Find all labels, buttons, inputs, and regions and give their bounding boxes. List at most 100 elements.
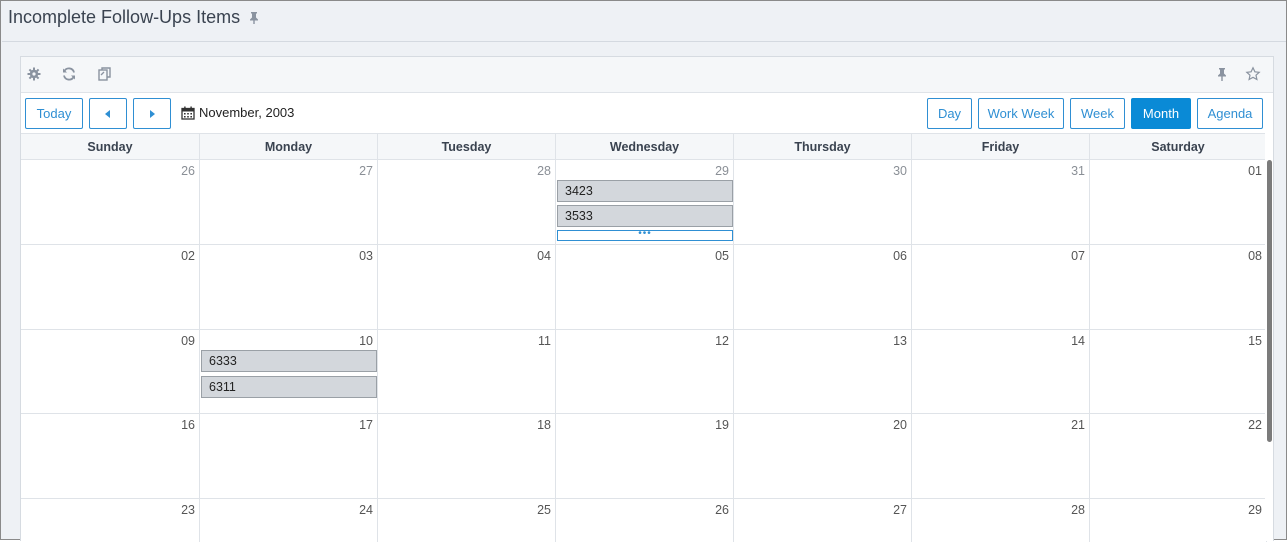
weekday-friday: Friday xyxy=(912,134,1090,160)
day-number: 05 xyxy=(715,249,729,263)
calendar-event[interactable]: 3533 xyxy=(557,205,733,227)
day-cell[interactable]: 03 xyxy=(200,245,378,329)
star-icon[interactable] xyxy=(1245,66,1261,82)
day-cell[interactable]: 06 xyxy=(734,245,912,329)
window-frame: Incomplete Follow-Ups Items Today Novemb… xyxy=(0,0,1287,542)
day-cell[interactable]: 19 xyxy=(556,414,734,498)
week-row: 02 03 04 05 06 07 08 xyxy=(21,245,1267,330)
pin-icon[interactable] xyxy=(248,11,260,25)
gear-icon[interactable] xyxy=(26,66,42,82)
day-number: 23 xyxy=(181,503,195,517)
day-cell[interactable]: 11 xyxy=(378,330,556,414)
day-number: 04 xyxy=(537,249,551,263)
weekday-saturday: Saturday xyxy=(1090,134,1267,160)
weekday-thursday: Thursday xyxy=(734,134,912,160)
vertical-scrollbar[interactable] xyxy=(1265,132,1273,541)
day-cell[interactable]: 04 xyxy=(378,245,556,329)
day-number: 22 xyxy=(1248,418,1262,432)
day-cell[interactable]: 15 xyxy=(1090,330,1267,414)
day-number: 16 xyxy=(181,418,195,432)
day-cell[interactable]: 14 xyxy=(912,330,1090,414)
day-cell[interactable]: 26 xyxy=(21,160,200,244)
day-number: 29 xyxy=(715,164,729,178)
caret-left-icon xyxy=(105,109,110,118)
day-cell[interactable]: 01 xyxy=(1090,160,1267,244)
day-number: 11 xyxy=(538,334,551,348)
day-cell[interactable]: 08 xyxy=(1090,245,1267,329)
current-date[interactable]: November, 2003 xyxy=(181,105,294,120)
day-number: 30 xyxy=(893,164,907,178)
day-cell[interactable]: 21 xyxy=(912,414,1090,498)
week-row: 23 24 25 26 27 28 29 xyxy=(21,499,1267,542)
view-workweek-button[interactable]: Work Week xyxy=(978,98,1064,129)
week-row: 09 10 6333 6311 11 12 13 14 15 xyxy=(21,330,1267,414)
day-cell[interactable]: 22 xyxy=(1090,414,1267,498)
view-week-button[interactable]: Week xyxy=(1070,98,1125,129)
caret-right-icon xyxy=(150,109,155,118)
calendar-nav: Today November, 2003 Day Work Week Week … xyxy=(21,94,1273,134)
day-cell[interactable]: 05 xyxy=(556,245,734,329)
calendar-event[interactable]: 6333 xyxy=(201,350,377,372)
day-number: 24 xyxy=(359,503,373,517)
prev-button[interactable] xyxy=(89,98,127,129)
day-number: 02 xyxy=(181,249,195,263)
day-cell[interactable]: 02 xyxy=(21,245,200,329)
day-cell[interactable]: 29 xyxy=(1090,499,1267,542)
day-cell[interactable]: 10 6333 6311 xyxy=(200,330,378,414)
today-button[interactable]: Today xyxy=(25,98,83,129)
weekday-header: Sunday Monday Tuesday Wednesday Thursday… xyxy=(21,133,1267,160)
day-cell[interactable]: 28 xyxy=(378,160,556,244)
day-cell[interactable]: 13 xyxy=(734,330,912,414)
day-number: 20 xyxy=(893,418,907,432)
day-number: 06 xyxy=(893,249,907,263)
day-cell[interactable]: 17 xyxy=(200,414,378,498)
title-bar: Incomplete Follow-Ups Items xyxy=(2,2,1286,42)
day-number: 09 xyxy=(181,334,195,348)
scrollbar-thumb[interactable] xyxy=(1267,160,1272,442)
calendar-event[interactable]: 6311 xyxy=(201,376,377,398)
weekday-wednesday: Wednesday xyxy=(556,134,734,160)
more-events-button[interactable]: ••• xyxy=(557,229,733,241)
view-agenda-button[interactable]: Agenda xyxy=(1197,98,1263,129)
day-number: 10 xyxy=(359,334,373,348)
pin-icon[interactable] xyxy=(1214,66,1230,82)
panel-toolbar xyxy=(21,57,1273,93)
day-cell[interactable]: 09 xyxy=(21,330,200,414)
day-number: 26 xyxy=(181,164,195,178)
day-cell[interactable]: 28 xyxy=(912,499,1090,542)
weekday-monday: Monday xyxy=(200,134,378,160)
calendar-event[interactable]: 3423 xyxy=(557,180,733,202)
day-number: 13 xyxy=(893,334,907,348)
day-cell[interactable]: 30 xyxy=(734,160,912,244)
day-cell[interactable]: 12 xyxy=(556,330,734,414)
day-cell[interactable]: 26 xyxy=(556,499,734,542)
day-number: 31 xyxy=(1071,164,1085,178)
day-number: 08 xyxy=(1248,249,1262,263)
view-month-button[interactable]: Month xyxy=(1131,98,1191,129)
day-number: 26 xyxy=(715,503,729,517)
page-title: Incomplete Follow-Ups Items xyxy=(8,7,241,27)
day-cell[interactable]: 16 xyxy=(21,414,200,498)
refresh-icon[interactable] xyxy=(61,66,77,82)
day-cell[interactable]: 07 xyxy=(912,245,1090,329)
next-button[interactable] xyxy=(133,98,171,129)
copy-icon[interactable] xyxy=(97,66,113,82)
day-cell[interactable]: 25 xyxy=(378,499,556,542)
week-row: 16 17 18 19 20 21 22 xyxy=(21,414,1267,499)
view-day-button[interactable]: Day xyxy=(927,98,972,129)
day-cell[interactable]: 27 xyxy=(200,160,378,244)
day-cell[interactable]: 23 xyxy=(21,499,200,542)
day-number: 21 xyxy=(1071,418,1085,432)
week-row: 26 27 28 29 3423 3533 ••• 30 31 01 xyxy=(21,160,1267,245)
day-cell[interactable]: 18 xyxy=(378,414,556,498)
day-cell[interactable]: 27 xyxy=(734,499,912,542)
day-cell[interactable]: 20 xyxy=(734,414,912,498)
day-cell[interactable]: 31 xyxy=(912,160,1090,244)
calendar-panel: Today November, 2003 Day Work Week Week … xyxy=(20,56,1274,542)
day-cell[interactable]: 24 xyxy=(200,499,378,542)
day-number: 14 xyxy=(1071,334,1085,348)
day-number: 01 xyxy=(1248,164,1262,178)
day-cell[interactable]: 29 3423 3533 ••• xyxy=(556,160,734,244)
day-number: 29 xyxy=(1248,503,1262,517)
day-number: 12 xyxy=(715,334,729,348)
